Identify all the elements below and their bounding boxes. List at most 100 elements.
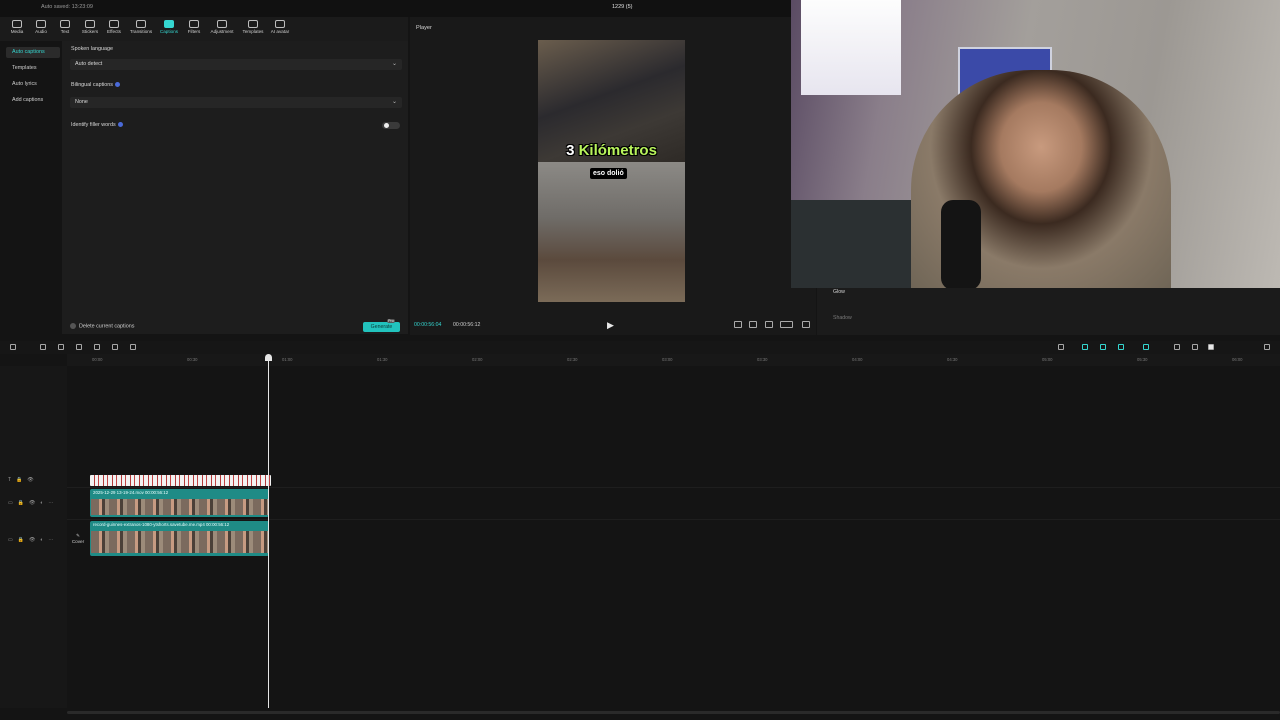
select-value: None [75, 99, 88, 105]
cover-button[interactable]: ✎ Cover [68, 533, 88, 549]
text-icon [60, 20, 70, 28]
play-button[interactable]: ▶ [607, 320, 614, 331]
effects-icon [109, 20, 119, 28]
nav-add-captions[interactable]: Add captions [6, 95, 60, 106]
nav-auto-lyrics[interactable]: Auto lyrics [6, 79, 60, 90]
timeline-scrollbar[interactable] [67, 711, 1280, 714]
trim-left-icon[interactable] [94, 344, 100, 350]
tool-label: Filters [187, 29, 201, 34]
link-icon[interactable] [1100, 344, 1106, 350]
crop-icon[interactable] [734, 321, 742, 328]
ruler-tick: 02:30 [567, 357, 578, 362]
tool-text[interactable]: Text [52, 19, 78, 39]
tool-effects[interactable]: Effects [101, 19, 127, 39]
tool-label: Media [10, 29, 24, 34]
ruler-tick: 00:00 [92, 357, 103, 362]
video-clip-overlay[interactable]: 2025-12-29 13-19-24.mov 00:00:56:12 [90, 489, 269, 517]
video-preview[interactable]: 3 Kilómetros eso dolió [538, 40, 685, 302]
stickers-icon [85, 20, 95, 28]
tool-label: Text [60, 29, 70, 34]
nav-auto-captions[interactable]: Auto captions [6, 47, 60, 58]
webcam-microphone [941, 200, 981, 288]
delete-icon[interactable] [130, 344, 136, 350]
info-icon[interactable] [117, 122, 123, 128]
tool-stickers[interactable]: Stickers [77, 19, 103, 39]
ruler-tick: 03:00 [662, 357, 673, 362]
tool-transitions[interactable]: Transitions [128, 19, 154, 39]
audio-icon [36, 20, 46, 28]
tool-ai-avatar[interactable]: AI avatar [267, 19, 293, 39]
label-text: Identify filler words [71, 122, 116, 128]
caption-icon[interactable] [1174, 344, 1180, 350]
split-icon[interactable] [76, 344, 82, 350]
undo-icon[interactable] [40, 344, 46, 350]
timeline-toolbar [0, 341, 1280, 354]
track-divider [67, 519, 1280, 520]
nav-templates[interactable]: Templates [6, 63, 60, 74]
filler-words-label: Identify filler words [71, 122, 123, 128]
redo-icon[interactable] [58, 344, 64, 350]
filler-words-toggle[interactable] [382, 122, 400, 129]
main-track-controls[interactable]: ▭🔒👁◐⋯ [8, 537, 58, 543]
main-toolbar: Media Audio Text Stickers Effects Transi… [0, 17, 408, 41]
preview-axis-icon[interactable] [1118, 344, 1124, 350]
spoken-language-select[interactable]: Auto detect ⌄ [70, 59, 402, 70]
select-tool-icon[interactable] [10, 344, 16, 350]
delete-captions-option[interactable]: Delete current captions [70, 323, 134, 329]
player-title: Player [416, 25, 432, 31]
current-time: 00:00:56:04 [414, 322, 442, 328]
ruler-tick: 06:00 [1232, 357, 1243, 362]
zoom-fit-icon[interactable] [765, 321, 773, 328]
playhead[interactable] [268, 356, 269, 708]
properties-panel [817, 288, 1280, 335]
radio-icon [70, 323, 76, 329]
zoom-in-icon[interactable] [1264, 344, 1270, 350]
tool-label: Templates [242, 29, 264, 34]
chevron-down-icon: ⌄ [391, 99, 397, 105]
tool-label: Adjustment [210, 29, 234, 34]
templates-icon [248, 20, 258, 28]
webcam-desk [791, 200, 931, 288]
filters-icon [189, 20, 199, 28]
tool-captions[interactable]: Captions [156, 19, 182, 39]
ruler-tick: 03:30 [757, 357, 768, 362]
webcam-window [801, 0, 901, 95]
chevron-down-icon: ⌄ [391, 61, 397, 67]
tool-filters[interactable]: Filters [181, 19, 207, 39]
trim-right-icon[interactable] [112, 344, 118, 350]
spoken-language-label: Spoken language [71, 46, 113, 52]
option-label: Delete current captions [79, 323, 135, 330]
fullscreen-icon[interactable] [802, 321, 810, 328]
clip-thumbnails [91, 499, 268, 515]
video-subtitle[interactable]: eso dolió [590, 168, 627, 179]
info-icon[interactable] [114, 82, 120, 88]
quality-icon[interactable] [749, 321, 757, 328]
webcam-overlay [791, 0, 1280, 288]
bilingual-captions-select[interactable]: None ⌄ [70, 97, 402, 108]
glow-section[interactable]: Glow [833, 289, 845, 295]
tool-media[interactable]: Media [4, 19, 30, 39]
total-time: 00:00:56:12 [453, 322, 481, 328]
tool-adjustment[interactable]: Adjustment [209, 19, 235, 39]
zoom-slider-handle[interactable] [1208, 344, 1214, 350]
magnet-icon[interactable] [1082, 344, 1088, 350]
autosave-status: Auto saved: 13:23:09 [41, 4, 93, 10]
shadow-section[interactable]: Shadow [833, 315, 852, 321]
generate-button[interactable]: Generate [363, 322, 400, 332]
video-clip-main[interactable]: record-guinnes-extranos-1080-ytshorts.sa… [90, 521, 269, 556]
zoom-out-icon[interactable] [1192, 344, 1198, 350]
tool-label: Effects [107, 29, 121, 34]
caption-track-controls[interactable]: T🔒👁 [8, 477, 39, 483]
tool-label: Stickers [81, 29, 99, 34]
timeline-ruler[interactable] [67, 354, 1280, 366]
clip-label: record-guinnes-extranos-1080-ytshorts.sa… [93, 522, 230, 527]
ratio-icon[interactable] [780, 321, 793, 328]
tool-audio[interactable]: Audio [28, 19, 54, 39]
video-track-1-controls[interactable]: ▭🔒👁◐⋯ [8, 500, 58, 506]
adjustment-icon [217, 20, 227, 28]
microphone-icon[interactable] [1058, 344, 1064, 350]
snap-icon[interactable] [1143, 344, 1149, 350]
headline-number: 3 [566, 142, 575, 159]
tool-templates[interactable]: Templates [240, 19, 266, 39]
caption-clip[interactable] [90, 475, 271, 486]
